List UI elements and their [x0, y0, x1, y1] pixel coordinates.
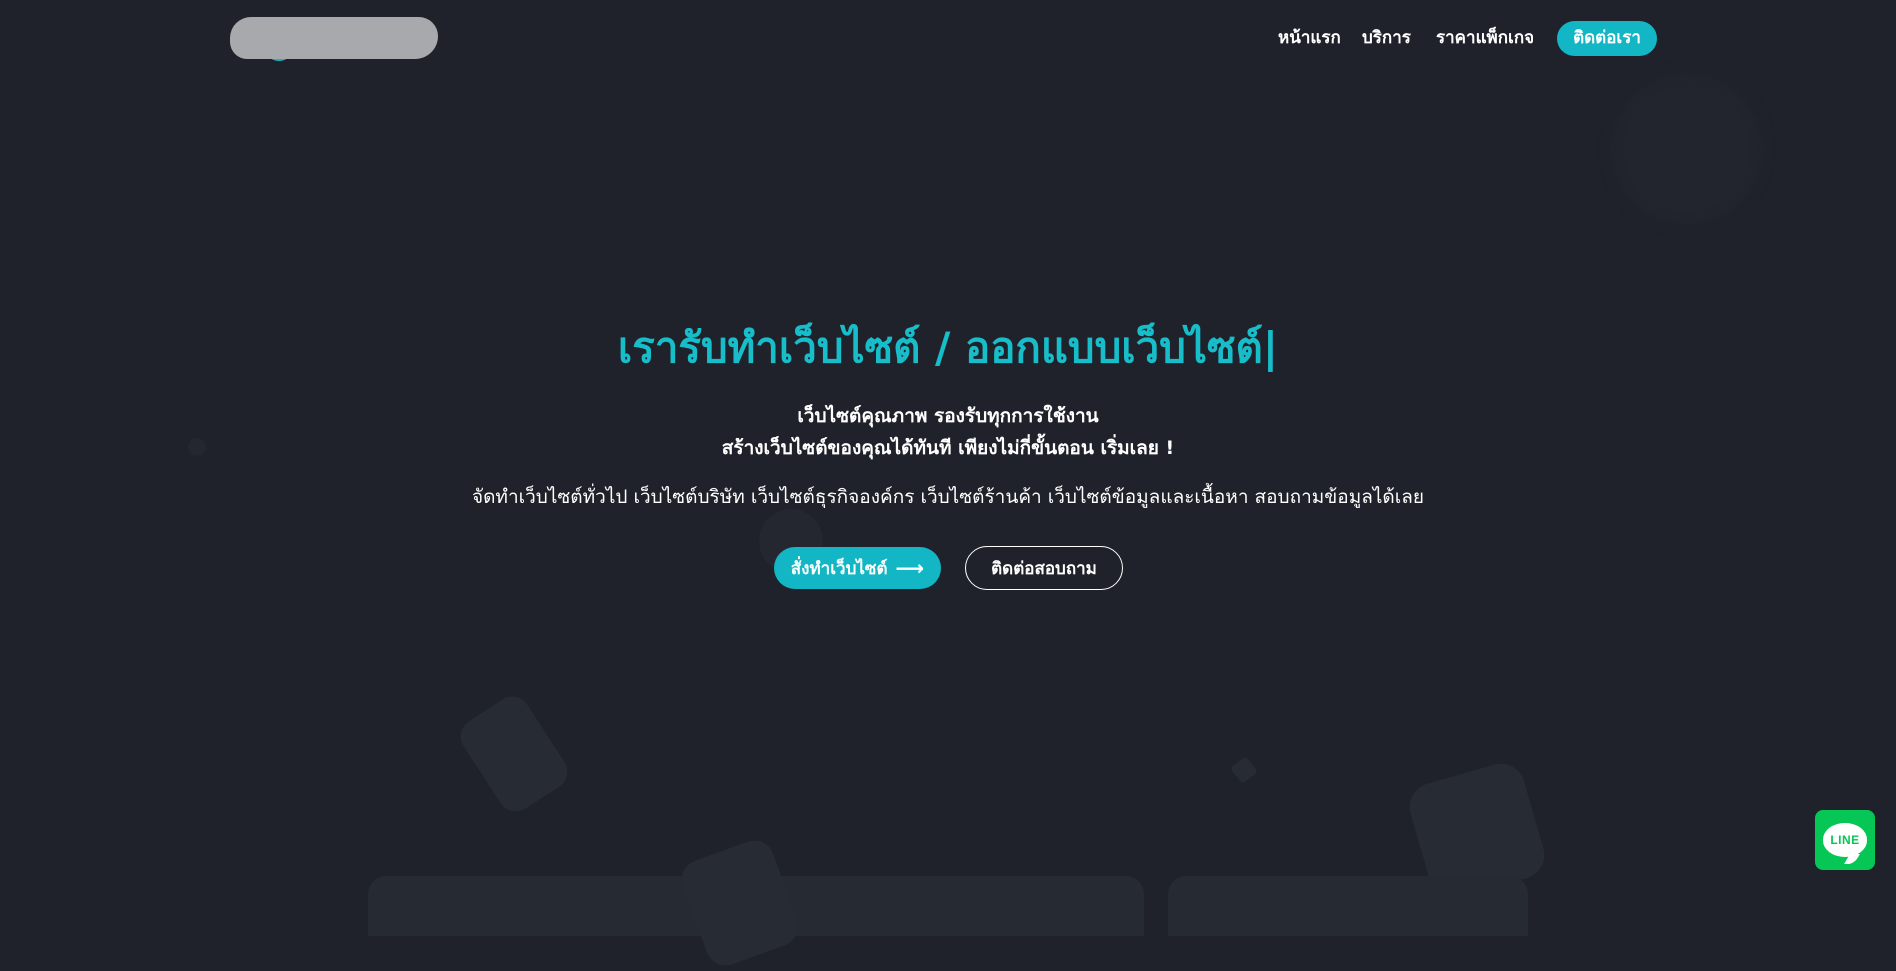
- preview-card: [1168, 876, 1528, 936]
- order-website-button-label: สั่งทำเว็บไซต์: [790, 558, 888, 579]
- line-chat-button[interactable]: LINE: [1815, 810, 1875, 870]
- nav-item-home[interactable]: หน้าแรก: [1278, 28, 1341, 48]
- background-rounded-square: [676, 834, 804, 971]
- hero-title: เรารับทำเว็บไซต์ / ออกแบบเว็บไซต์|: [617, 323, 1279, 372]
- contact-inquiry-button[interactable]: ติดต่อสอบถาม: [965, 546, 1123, 590]
- hero-description: จัดทำเว็บไซต์ทั่วไป เว็บไซต์บริษัท เว็บไ…: [471, 486, 1425, 508]
- background-blur-circle: [1612, 74, 1762, 224]
- background-small-square: [1229, 755, 1259, 785]
- navbar: หน้าแรก บริการ ราคาแพ็กเกจ ติดต่อเรา: [0, 0, 1896, 80]
- hero-subtitle-line-1: เว็บไซต์คุณภาพ รองรับทุกการใช้งาน: [797, 405, 1099, 427]
- line-chat-icon: LINE: [1823, 823, 1867, 857]
- logo-redacted-mask: [230, 17, 438, 59]
- arrow-right-icon: ⟶: [895, 556, 925, 580]
- site-logo[interactable]: [230, 17, 438, 61]
- line-label: LINE: [1830, 833, 1860, 847]
- nav-contact-button[interactable]: ติดต่อเรา: [1557, 21, 1657, 56]
- hero-subtitle-line-2: สร้างเว็บไซต์ของคุณได้ทันที เพียงไม่กี่ข…: [721, 437, 1175, 459]
- order-website-button[interactable]: สั่งทำเว็บไซต์ ⟶: [774, 547, 941, 589]
- nav-item-pricing[interactable]: ราคาแพ็กเกจ: [1436, 28, 1534, 48]
- background-rounded-square: [453, 689, 575, 819]
- nav-item-services[interactable]: บริการ: [1362, 28, 1411, 48]
